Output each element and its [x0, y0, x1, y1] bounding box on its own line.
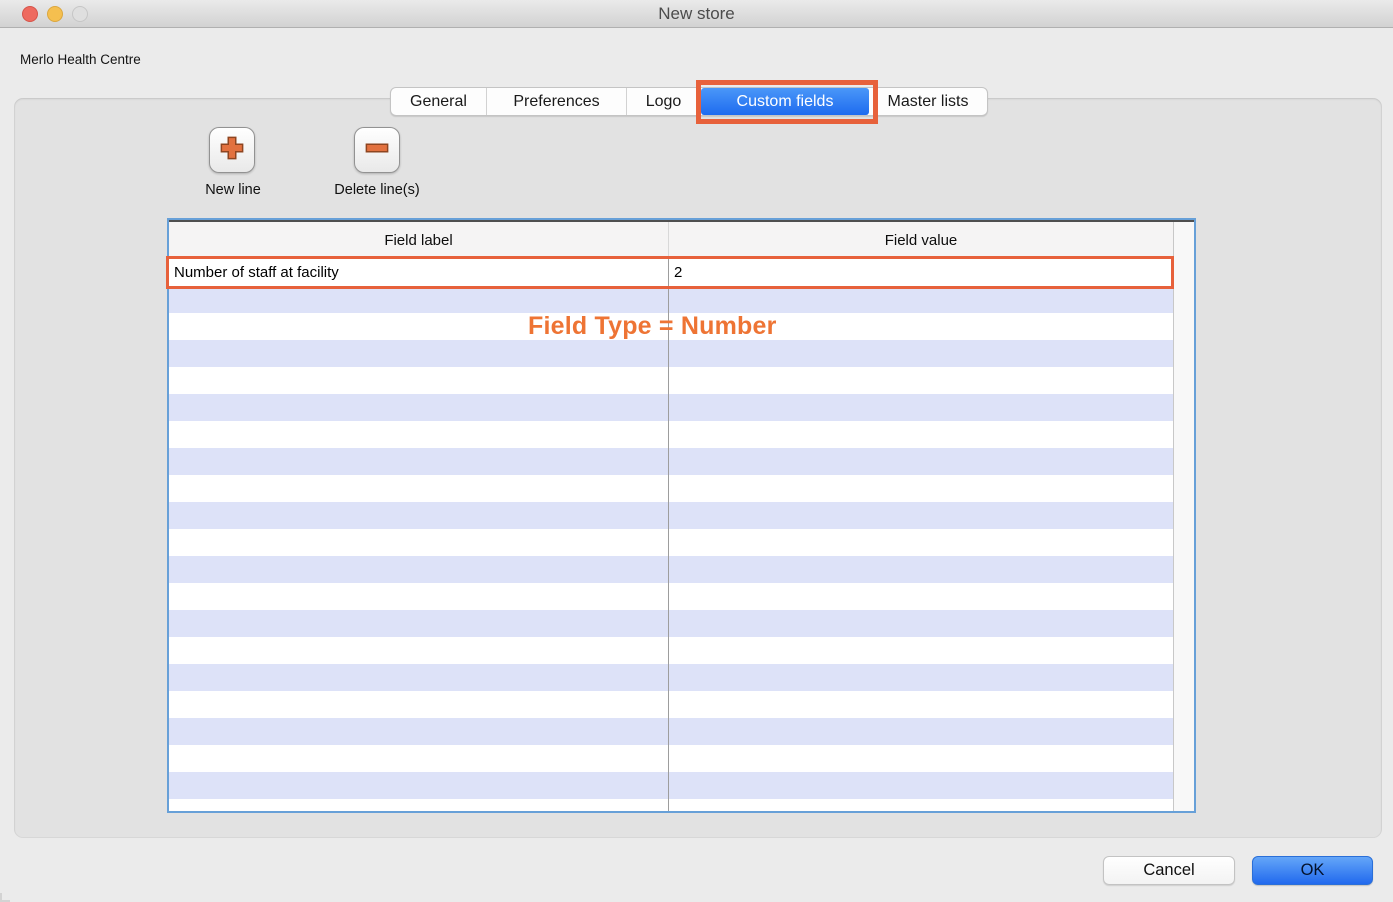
new-line-label: New line	[163, 182, 303, 198]
table-header-row: Field label Field value	[169, 222, 1194, 259]
cell-field-value[interactable]: 2	[669, 259, 1173, 286]
cell-field-value[interactable]	[669, 772, 1173, 799]
cell-field-label[interactable]	[169, 367, 669, 394]
cell-field-value[interactable]	[669, 610, 1173, 637]
table-row-empty[interactable]	[169, 718, 1173, 745]
cell-field-value[interactable]	[669, 664, 1173, 691]
cell-field-value[interactable]	[669, 637, 1173, 664]
cell-field-label[interactable]	[169, 718, 669, 745]
table-row-empty[interactable]	[169, 637, 1173, 664]
cell-field-value[interactable]	[669, 718, 1173, 745]
cell-field-value[interactable]	[669, 583, 1173, 610]
column-header-field-label: Field label	[169, 222, 669, 258]
cell-field-label[interactable]	[169, 448, 669, 475]
cell-field-label[interactable]	[169, 637, 669, 664]
cell-field-value[interactable]	[669, 367, 1173, 394]
table-row-empty[interactable]	[169, 691, 1173, 718]
window-title: New store	[0, 4, 1393, 24]
cancel-button[interactable]: Cancel	[1103, 856, 1235, 885]
plus-icon	[217, 133, 247, 168]
table-row-empty[interactable]	[169, 475, 1173, 502]
cell-field-value[interactable]	[669, 556, 1173, 583]
table-row-empty[interactable]	[169, 583, 1173, 610]
table-row-empty[interactable]	[169, 421, 1173, 448]
cell-field-value[interactable]	[669, 475, 1173, 502]
table-row-empty[interactable]	[169, 745, 1173, 772]
table-row-empty[interactable]	[169, 286, 1173, 313]
cell-field-label[interactable]: Number of staff at facility	[169, 259, 669, 286]
vertical-scrollbar[interactable]	[1173, 222, 1194, 811]
cell-field-value[interactable]	[669, 286, 1173, 313]
cell-field-label[interactable]	[169, 772, 669, 799]
cell-field-label[interactable]	[169, 394, 669, 421]
cell-field-value[interactable]	[669, 799, 1173, 811]
title-bar: New store	[0, 0, 1393, 28]
cell-field-label[interactable]	[169, 340, 669, 367]
new-line-button[interactable]	[209, 127, 255, 173]
table-row-empty[interactable]	[169, 664, 1173, 691]
cell-field-label[interactable]	[169, 664, 669, 691]
cell-field-value[interactable]	[669, 394, 1173, 421]
cell-field-label[interactable]	[169, 286, 669, 313]
cell-field-label[interactable]	[169, 529, 669, 556]
cell-field-label[interactable]	[169, 799, 669, 811]
cell-field-label[interactable]	[169, 502, 669, 529]
cell-field-value[interactable]	[669, 340, 1173, 367]
cell-field-value[interactable]	[669, 448, 1173, 475]
table-row-empty[interactable]	[169, 448, 1173, 475]
table-row-empty[interactable]	[169, 394, 1173, 421]
minus-icon	[362, 133, 392, 168]
cell-field-label[interactable]	[169, 556, 669, 583]
tab-bar: General Preferences Logo Custom fields M…	[390, 87, 988, 116]
cell-field-label[interactable]	[169, 745, 669, 772]
ok-button[interactable]: OK	[1252, 856, 1373, 885]
cell-field-label[interactable]	[169, 583, 669, 610]
cell-field-label[interactable]	[169, 421, 669, 448]
cell-field-value[interactable]	[669, 691, 1173, 718]
annotation-text: Field Type = Number	[528, 312, 777, 341]
custom-fields-table: Field label Field value Number of staff …	[167, 218, 1196, 813]
table-row-empty[interactable]	[169, 556, 1173, 583]
tab-custom-fields[interactable]: Custom fields	[701, 88, 869, 115]
cell-field-label[interactable]	[169, 691, 669, 718]
table-row-empty[interactable]	[169, 610, 1173, 637]
table-row-empty[interactable]	[169, 529, 1173, 556]
cell-field-value[interactable]	[669, 745, 1173, 772]
tab-logo[interactable]: Logo	[627, 88, 701, 115]
tab-general[interactable]: General	[391, 88, 487, 115]
delete-lines-button[interactable]	[354, 127, 400, 173]
cell-field-value[interactable]	[669, 502, 1173, 529]
column-header-field-value: Field value	[669, 222, 1173, 258]
table-row-empty[interactable]	[169, 502, 1173, 529]
table-row-empty[interactable]	[169, 799, 1173, 811]
cell-field-value[interactable]	[669, 529, 1173, 556]
tab-preferences[interactable]: Preferences	[487, 88, 627, 115]
cell-field-label[interactable]	[169, 610, 669, 637]
cell-field-label[interactable]	[169, 475, 669, 502]
resize-grip[interactable]	[0, 893, 10, 902]
delete-lines-label: Delete line(s)	[307, 182, 447, 198]
cell-field-value[interactable]	[669, 421, 1173, 448]
table-row-empty[interactable]	[169, 772, 1173, 799]
store-name-label: Merlo Health Centre	[20, 52, 141, 67]
table-row-empty[interactable]	[169, 367, 1173, 394]
tab-master-lists[interactable]: Master lists	[869, 88, 987, 115]
table-body: Number of staff at facility 2	[169, 259, 1194, 811]
table-row-empty[interactable]	[169, 340, 1173, 367]
table-row[interactable]: Number of staff at facility 2	[169, 259, 1173, 286]
